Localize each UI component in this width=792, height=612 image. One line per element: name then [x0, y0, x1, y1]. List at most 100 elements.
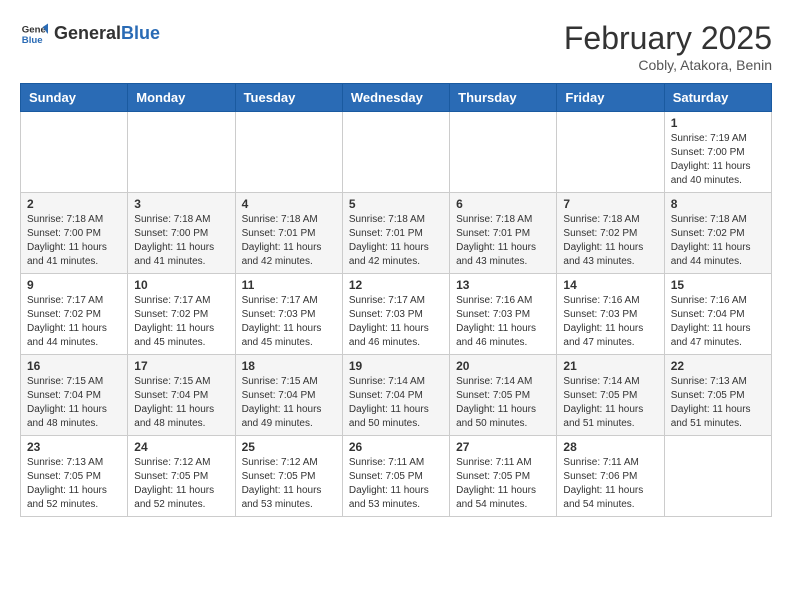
day-number: 4	[242, 197, 336, 211]
day-number: 17	[134, 359, 228, 373]
day-number: 7	[563, 197, 657, 211]
day-number: 28	[563, 440, 657, 454]
day-number: 22	[671, 359, 765, 373]
day-number: 2	[27, 197, 121, 211]
calendar-day-cell: 15 Sunrise: 7:16 AM Sunset: 7:04 PM Dayli…	[664, 274, 771, 355]
calendar-day-cell: 16 Sunrise: 7:15 AM Sunset: 7:04 PM Dayli…	[21, 355, 128, 436]
day-of-week-header: Wednesday	[342, 84, 449, 112]
day-of-week-header: Monday	[128, 84, 235, 112]
calendar-day-cell: 9 Sunrise: 7:17 AM Sunset: 7:02 PM Daylig…	[21, 274, 128, 355]
day-info: Sunrise: 7:18 AM Sunset: 7:01 PM Dayligh…	[349, 213, 443, 269]
day-number: 11	[242, 278, 336, 292]
calendar-day-cell: 11 Sunrise: 7:17 AM Sunset: 7:03 PM Dayli…	[235, 274, 342, 355]
day-number: 12	[349, 278, 443, 292]
svg-text:Blue: Blue	[22, 35, 43, 46]
day-info: Sunrise: 7:11 AM Sunset: 7:05 PM Dayligh…	[349, 456, 443, 512]
calendar-day-cell	[342, 112, 449, 193]
calendar-day-cell: 13 Sunrise: 7:16 AM Sunset: 7:03 PM Dayli…	[450, 274, 557, 355]
day-info: Sunrise: 7:11 AM Sunset: 7:06 PM Dayligh…	[563, 456, 657, 512]
day-number: 5	[349, 197, 443, 211]
day-of-week-header: Thursday	[450, 84, 557, 112]
calendar-day-cell: 24 Sunrise: 7:12 AM Sunset: 7:05 PM Dayli…	[128, 436, 235, 517]
calendar-day-cell: 19 Sunrise: 7:14 AM Sunset: 7:04 PM Dayli…	[342, 355, 449, 436]
day-info: Sunrise: 7:17 AM Sunset: 7:02 PM Dayligh…	[134, 294, 228, 350]
day-number: 15	[671, 278, 765, 292]
day-info: Sunrise: 7:15 AM Sunset: 7:04 PM Dayligh…	[27, 375, 121, 431]
logo-icon: General Blue	[20, 20, 48, 48]
day-number: 10	[134, 278, 228, 292]
calendar-day-cell	[557, 112, 664, 193]
calendar-day-cell	[21, 112, 128, 193]
day-info: Sunrise: 7:18 AM Sunset: 7:01 PM Dayligh…	[242, 213, 336, 269]
day-number: 26	[349, 440, 443, 454]
calendar-day-cell: 28 Sunrise: 7:11 AM Sunset: 7:06 PM Dayli…	[557, 436, 664, 517]
calendar-day-cell: 8Sunrise: 7:18 AM Sunset: 7:02 PM Daylig…	[664, 193, 771, 274]
day-number: 20	[456, 359, 550, 373]
calendar-header-row: SundayMondayTuesdayWednesdayThursdayFrid…	[21, 84, 772, 112]
logo-text: GeneralBlue	[54, 23, 160, 45]
day-info: Sunrise: 7:12 AM Sunset: 7:05 PM Dayligh…	[134, 456, 228, 512]
calendar-day-cell	[128, 112, 235, 193]
day-info: Sunrise: 7:14 AM Sunset: 7:04 PM Dayligh…	[349, 375, 443, 431]
day-of-week-header: Tuesday	[235, 84, 342, 112]
calendar-day-cell: 20Sunrise: 7:14 AM Sunset: 7:05 PM Dayli…	[450, 355, 557, 436]
day-of-week-header: Sunday	[21, 84, 128, 112]
calendar-week-row: 2 Sunrise: 7:18 AM Sunset: 7:00 PM Daylig…	[21, 193, 772, 274]
calendar-day-cell: 10 Sunrise: 7:17 AM Sunset: 7:02 PM Dayli…	[128, 274, 235, 355]
day-of-week-header: Friday	[557, 84, 664, 112]
calendar-day-cell	[450, 112, 557, 193]
month-year-title: February 2025	[564, 20, 772, 57]
day-info: Sunrise: 7:13 AM Sunset: 7:05 PM Dayligh…	[27, 456, 121, 512]
day-info: Sunrise: 7:11 AM Sunset: 7:05 PM Dayligh…	[456, 456, 550, 512]
day-number: 14	[563, 278, 657, 292]
calendar-day-cell: 14Sunrise: 7:16 AM Sunset: 7:03 PM Dayli…	[557, 274, 664, 355]
day-info: Sunrise: 7:16 AM Sunset: 7:03 PM Dayligh…	[456, 294, 550, 350]
calendar-day-cell: 17Sunrise: 7:15 AM Sunset: 7:04 PM Dayli…	[128, 355, 235, 436]
day-info: Sunrise: 7:14 AM Sunset: 7:05 PM Dayligh…	[563, 375, 657, 431]
day-info: Sunrise: 7:17 AM Sunset: 7:03 PM Dayligh…	[349, 294, 443, 350]
calendar-table: SundayMondayTuesdayWednesdayThursdayFrid…	[20, 83, 772, 517]
calendar-day-cell	[235, 112, 342, 193]
calendar-day-cell: 22 Sunrise: 7:13 AM Sunset: 7:05 PM Dayli…	[664, 355, 771, 436]
day-number: 9	[27, 278, 121, 292]
day-number: 6	[456, 197, 550, 211]
day-number: 23	[27, 440, 121, 454]
calendar-day-cell: 2Sunrise: 7:18 AM Sunset: 7:00 PM Daylig…	[21, 193, 128, 274]
day-info: Sunrise: 7:18 AM Sunset: 7:02 PM Dayligh…	[671, 213, 765, 269]
calendar-day-cell: 6Sunrise: 7:18 AM Sunset: 7:01 PM Daylig…	[450, 193, 557, 274]
day-number: 3	[134, 197, 228, 211]
day-number: 24	[134, 440, 228, 454]
day-info: Sunrise: 7:18 AM Sunset: 7:00 PM Dayligh…	[134, 213, 228, 269]
day-info: Sunrise: 7:13 AM Sunset: 7:05 PM Dayligh…	[671, 375, 765, 431]
calendar-day-cell	[664, 436, 771, 517]
day-of-week-header: Saturday	[664, 84, 771, 112]
calendar-day-cell: 27 Sunrise: 7:11 AM Sunset: 7:05 PM Dayli…	[450, 436, 557, 517]
calendar-day-cell: 4 Sunrise: 7:18 AM Sunset: 7:01 PM Daylig…	[235, 193, 342, 274]
title-block: February 2025 Cobly, Atakora, Benin	[564, 20, 772, 73]
calendar-day-cell: 7 Sunrise: 7:18 AM Sunset: 7:02 PM Daylig…	[557, 193, 664, 274]
location-subtitle: Cobly, Atakora, Benin	[564, 57, 772, 73]
day-info: Sunrise: 7:17 AM Sunset: 7:02 PM Dayligh…	[27, 294, 121, 350]
calendar-week-row: 16 Sunrise: 7:15 AM Sunset: 7:04 PM Dayli…	[21, 355, 772, 436]
calendar-day-cell: 1Sunrise: 7:19 AM Sunset: 7:00 PM Daylig…	[664, 112, 771, 193]
day-number: 19	[349, 359, 443, 373]
day-info: Sunrise: 7:15 AM Sunset: 7:04 PM Dayligh…	[242, 375, 336, 431]
day-info: Sunrise: 7:18 AM Sunset: 7:02 PM Dayligh…	[563, 213, 657, 269]
day-number: 1	[671, 116, 765, 130]
calendar-day-cell: 3 Sunrise: 7:18 AM Sunset: 7:00 PM Daylig…	[128, 193, 235, 274]
day-info: Sunrise: 7:17 AM Sunset: 7:03 PM Dayligh…	[242, 294, 336, 350]
day-number: 16	[27, 359, 121, 373]
calendar-day-cell: 18Sunrise: 7:15 AM Sunset: 7:04 PM Dayli…	[235, 355, 342, 436]
day-info: Sunrise: 7:12 AM Sunset: 7:05 PM Dayligh…	[242, 456, 336, 512]
calendar-week-row: 1Sunrise: 7:19 AM Sunset: 7:00 PM Daylig…	[21, 112, 772, 193]
day-number: 13	[456, 278, 550, 292]
page-header: General Blue GeneralBlue February 2025 C…	[20, 20, 772, 73]
calendar-day-cell: 23 Sunrise: 7:13 AM Sunset: 7:05 PM Dayli…	[21, 436, 128, 517]
calendar-day-cell: 5 Sunrise: 7:18 AM Sunset: 7:01 PM Daylig…	[342, 193, 449, 274]
calendar-day-cell: 25Sunrise: 7:12 AM Sunset: 7:05 PM Dayli…	[235, 436, 342, 517]
calendar-week-row: 23 Sunrise: 7:13 AM Sunset: 7:05 PM Dayli…	[21, 436, 772, 517]
day-info: Sunrise: 7:16 AM Sunset: 7:04 PM Dayligh…	[671, 294, 765, 350]
day-number: 27	[456, 440, 550, 454]
calendar-day-cell: 12 Sunrise: 7:17 AM Sunset: 7:03 PM Dayli…	[342, 274, 449, 355]
calendar-day-cell: 21Sunrise: 7:14 AM Sunset: 7:05 PM Dayli…	[557, 355, 664, 436]
